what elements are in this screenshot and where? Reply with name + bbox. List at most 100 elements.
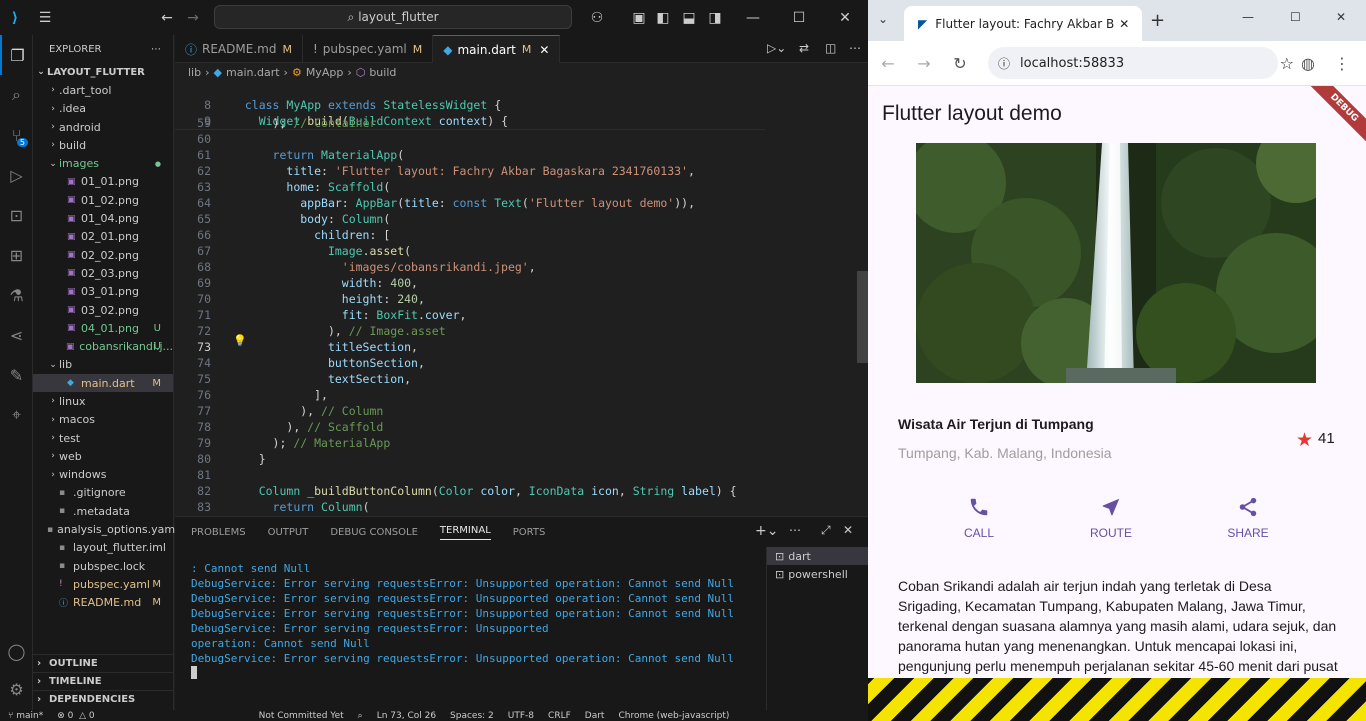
back-arrow-icon[interactable]: ← (872, 41, 904, 86)
device-selector[interactable]: Chrome (web-javascript) (618, 711, 729, 721)
forward-arrow-icon[interactable]: → (178, 0, 208, 35)
tree-item[interactable]: ▪ analysis_options.yaml (33, 520, 178, 538)
tree-item[interactable]: › linux (33, 392, 173, 410)
explorer-icon[interactable]: ❐ (0, 35, 33, 75)
maximize-icon[interactable]: ☐ (1290, 10, 1301, 24)
profile-avatar[interactable]: ◍ (1292, 41, 1324, 86)
timeline-section[interactable]: › TIMELINE (33, 672, 174, 690)
tree-item[interactable]: ⓘ README.md M (33, 594, 173, 612)
chrome-menu-icon[interactable]: ⋮ (1326, 41, 1358, 86)
dependencies-section[interactable]: › DEPENDENCIES (33, 690, 174, 708)
tree-item[interactable]: ▣ 03_02.png (33, 301, 173, 319)
tree-item[interactable]: ▣ 01_04.png (33, 209, 173, 227)
flutter-icon[interactable]: ⋖ (0, 315, 33, 355)
close-tab-icon[interactable]: ✕ (1119, 17, 1129, 31)
new-tab-icon[interactable]: + (1150, 10, 1165, 31)
split-editor-icon[interactable]: ◫ (825, 41, 836, 55)
menu-icon[interactable]: ☰ (30, 0, 60, 35)
tree-item[interactable]: ▪ .metadata (33, 502, 173, 520)
close-tab-icon[interactable]: ✕ (539, 43, 549, 57)
blame-status[interactable]: Not Committed Yet (259, 711, 344, 721)
panel-more-icon[interactable]: ⋯ (789, 523, 801, 537)
command-center-search[interactable]: ⌕ layout_flutter (214, 5, 572, 29)
terminal-item-dart[interactable]: ⊡ dart (767, 547, 868, 565)
tree-item[interactable]: › test (33, 429, 173, 447)
encoding[interactable]: UTF-8 (508, 711, 534, 721)
diff-icon[interactable]: ⇄ (799, 41, 809, 55)
tree-item[interactable]: › build (33, 136, 173, 154)
more-actions-icon[interactable]: ⋯ (151, 44, 161, 55)
extensions-icon[interactable]: ⊞ (0, 235, 33, 275)
search-view-icon[interactable]: ⌕ (0, 75, 33, 115)
branch-status[interactable]: ⑂ main* (8, 711, 43, 721)
breadcrumb-item[interactable]: lib (188, 66, 201, 79)
tree-item[interactable]: › android (33, 118, 173, 136)
breadcrumb-item[interactable]: main.dart (226, 66, 280, 79)
maximize-panel-icon[interactable]: ⤢ (821, 523, 831, 538)
tree-item[interactable]: › web (33, 447, 173, 465)
tree-item[interactable]: ▪ .gitignore (33, 484, 173, 502)
tree-item[interactable]: ▣ 03_01.png (33, 283, 173, 301)
tree-item[interactable]: ▣ 02_02.png (33, 246, 173, 264)
problems-status[interactable]: ⊗ 0 △ 0 (57, 711, 94, 721)
tree-item[interactable]: ⌄ lib (33, 356, 173, 374)
breadcrumb-item[interactable]: build (369, 66, 396, 79)
testing-icon[interactable]: ⚗ (0, 275, 33, 315)
tree-item[interactable]: › macos (33, 411, 173, 429)
minimize-icon[interactable]: — (738, 0, 768, 35)
tab-terminal[interactable]: TERMINAL (439, 525, 491, 540)
tree-item[interactable]: ! pubspec.yaml M (33, 575, 173, 593)
reload-icon[interactable]: ↻ (944, 41, 976, 86)
language-mode[interactable]: Dart (585, 711, 605, 721)
breadcrumb-item[interactable]: MyApp (306, 66, 344, 79)
tree-item[interactable]: ▪ layout_flutter.iml (33, 539, 173, 557)
new-terminal-icon[interactable]: +⌄ (755, 523, 778, 539)
tree-item[interactable]: ⌄ images ● (33, 154, 173, 172)
inspect-icon[interactable]: ⌖ (0, 395, 33, 435)
settings-gear-icon[interactable]: ⚙ (0, 669, 33, 709)
browser-tab[interactable]: ◤ Flutter layout: Fachry Akbar Ba... ✕ (904, 6, 1142, 41)
tree-item[interactable]: › .dart_tool (33, 81, 173, 99)
minimize-icon[interactable]: — (1242, 10, 1254, 24)
tree-item[interactable]: ▣ cobansrikandi.j... U (33, 337, 173, 355)
tab-output[interactable]: OUTPUT (268, 527, 309, 538)
cursor-position[interactable]: Ln 73, Col 26 (377, 711, 436, 721)
forward-arrow-icon[interactable]: → (908, 41, 940, 86)
zoom-icon[interactable]: ⌕ (358, 711, 363, 721)
terminal-output[interactable]: : Cannot send Null DebugService: Error se… (191, 561, 761, 666)
share-button[interactable]: SHARE (1208, 496, 1288, 540)
tree-item[interactable]: ▣ 01_02.png (33, 191, 173, 209)
tab-problems[interactable]: PROBLEMS (191, 527, 246, 538)
tree-item[interactable]: ◆ main.dart M (33, 374, 173, 393)
terminal-item-powershell[interactable]: ⊡ powershell (767, 565, 868, 583)
tab-pubspec[interactable]: ! pubspec.yaml M (303, 35, 434, 63)
call-button[interactable]: CALL (939, 496, 1019, 540)
close-panel-icon[interactable]: ✕ (843, 523, 853, 537)
tab-debug-console[interactable]: DEBUG CONSOLE (330, 527, 418, 538)
run-icon[interactable]: ▷⌄ (767, 41, 786, 55)
eol[interactable]: CRLF (548, 711, 571, 721)
indentation[interactable]: Spaces: 2 (450, 711, 494, 721)
toggle-secondary-sidebar-icon[interactable]: ◨ (700, 0, 730, 35)
account-icon[interactable]: ◯ (0, 631, 33, 671)
code-editor[interactable]: 59 ); // Container 60 61 return Material… (175, 115, 765, 531)
outline-section[interactable]: › OUTLINE (33, 654, 174, 672)
lightbulb-icon[interactable]: 💡 (233, 334, 247, 347)
tree-item[interactable]: ▣ 01_01.png (33, 173, 173, 191)
tree-item[interactable]: › .idea (33, 100, 173, 118)
remote-explorer-icon[interactable]: ⊡ (0, 195, 33, 235)
tab-readme[interactable]: ⓘ README.md M (175, 35, 303, 63)
edit-icon[interactable]: ✎ (0, 355, 33, 395)
editor-more-icon[interactable]: ⋯ (849, 41, 861, 55)
source-control-icon[interactable]: ⑂ 5 (0, 115, 33, 155)
maximize-icon[interactable]: ☐ (784, 0, 814, 35)
tab-search-icon[interactable]: ⌄ (878, 12, 888, 26)
tree-item[interactable]: ▣ 02_01.png (33, 228, 173, 246)
copilot-icon[interactable]: ⚇ (582, 0, 612, 35)
tree-item[interactable]: ▪ pubspec.lock (33, 557, 173, 575)
tree-item[interactable]: ▣ 04_01.png U (33, 319, 173, 337)
run-debug-icon[interactable]: ▷ (0, 155, 33, 195)
close-window-icon[interactable]: ✕ (1336, 10, 1346, 24)
tab-ports[interactable]: PORTS (513, 527, 546, 538)
url-bar[interactable]: ⓘ localhost:58833 ☆ (988, 47, 1294, 79)
